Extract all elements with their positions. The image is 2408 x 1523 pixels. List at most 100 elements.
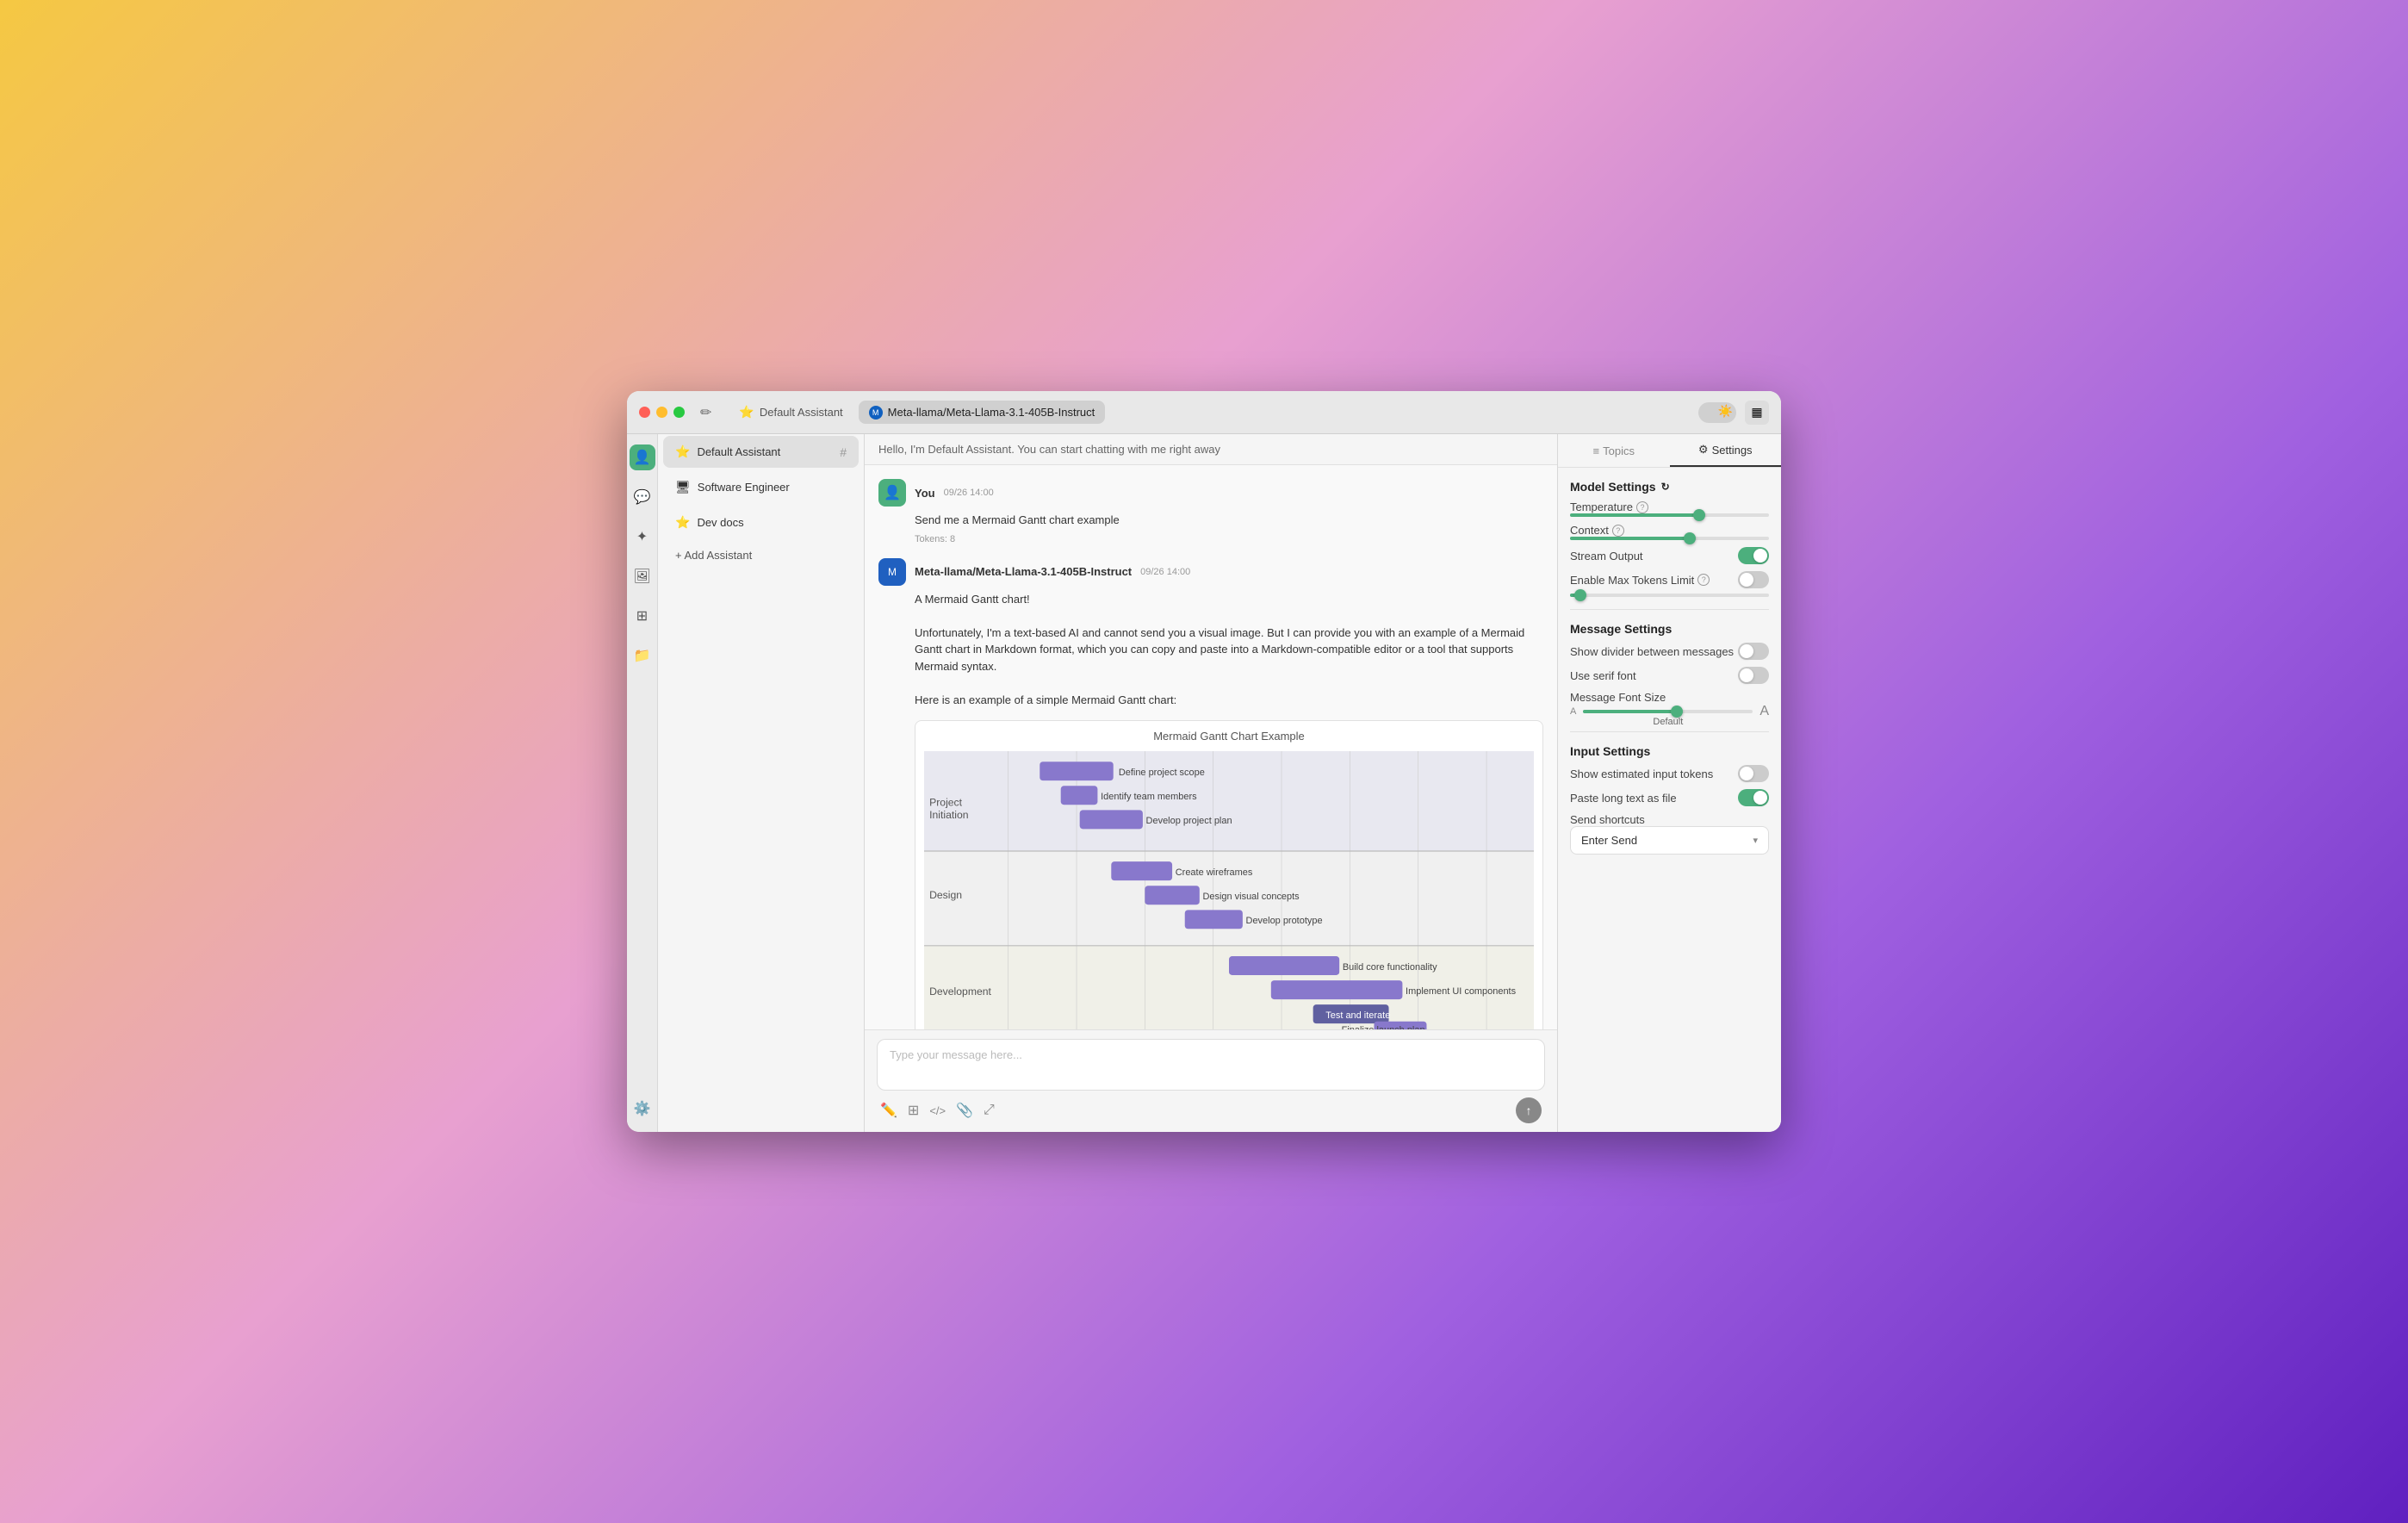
- paste-as-file-toggle[interactable]: [1738, 789, 1769, 806]
- sidebar-item-chat[interactable]: 💬: [630, 484, 655, 510]
- user-message-header: 👤 You 09/26 14:00: [878, 479, 1543, 507]
- send-button[interactable]: ↑: [1516, 1097, 1542, 1123]
- show-tokens-label: Show estimated input tokens: [1570, 768, 1713, 780]
- paste-as-file-setting: Paste long text as file: [1570, 789, 1769, 806]
- gantt-svg: Project Initiation Design Development: [924, 751, 1534, 1029]
- tab-default-assistant[interactable]: ⭐ Default Assistant: [729, 401, 853, 424]
- model-settings-section: Model Settings ↻ Temperature ?: [1570, 480, 1769, 597]
- svg-text:Implement UI components: Implement UI components: [1406, 986, 1517, 997]
- sidebar-item-grid[interactable]: ⊞: [630, 603, 655, 629]
- right-panel: ≡ Topics ⚙ Settings Model Settings ↻: [1557, 434, 1781, 1132]
- temperature-help-icon[interactable]: ?: [1636, 501, 1648, 513]
- temperature-label: Temperature ?: [1570, 500, 1769, 513]
- svg-text:Project: Project: [929, 796, 963, 808]
- context-setting: Context ?: [1570, 524, 1769, 540]
- font-size-setting: Message Font Size A Default: [1570, 691, 1769, 719]
- star-icon: ⭐: [675, 444, 690, 459]
- chat-input-area: Type your message here... ✏️ ⊞ </> 📎 ⤢ ↑: [865, 1029, 1557, 1132]
- model-settings-title: Model Settings ↻: [1570, 480, 1769, 494]
- tab-topics[interactable]: ≡ Topics: [1558, 434, 1670, 467]
- show-tokens-toggle[interactable]: [1738, 765, 1769, 782]
- show-tokens-setting: Show estimated input tokens: [1570, 765, 1769, 782]
- add-assistant-button[interactable]: + Add Assistant: [663, 542, 859, 569]
- divider-1: [1570, 609, 1769, 610]
- temperature-slider[interactable]: [1570, 513, 1769, 517]
- context-slider[interactable]: [1570, 537, 1769, 540]
- meta-icon: M: [869, 406, 883, 420]
- sidebar-panel-toggle[interactable]: ▦: [1745, 401, 1769, 425]
- send-shortcuts-setting: Send shortcuts Enter Send ▾: [1570, 813, 1769, 855]
- minimize-button[interactable]: [656, 407, 667, 418]
- message-settings-title: Message Settings: [1570, 622, 1769, 636]
- sidebar-item-sparkle[interactable]: ✦: [630, 524, 655, 550]
- serif-font-label: Use serif font: [1570, 669, 1636, 682]
- input-settings-title: Input Settings: [1570, 744, 1769, 758]
- tab-meta-llama[interactable]: M Meta-llama/Meta-Llama-3.1-405B-Instruc…: [859, 401, 1106, 424]
- user-message-group: 👤 You 09/26 14:00 Send me a Mermaid Gant…: [878, 479, 1543, 544]
- sidebar-item-profile[interactable]: 👤: [630, 444, 655, 470]
- right-tabs: ≡ Topics ⚙ Settings: [1558, 434, 1781, 468]
- divider-2: [1570, 731, 1769, 732]
- conversations-sidebar: ⭐ Default Assistant # 🖥 Software Enginee…: [658, 434, 865, 1132]
- conversation-item-software-engineer[interactable]: 🖥 Software Engineer: [663, 471, 859, 503]
- max-tokens-toggle[interactable]: [1738, 571, 1769, 588]
- attachment-icon[interactable]: 📎: [956, 1102, 973, 1119]
- max-tokens-setting: Enable Max Tokens Limit ?: [1570, 571, 1769, 597]
- expand-icon[interactable]: ⤢: [984, 1103, 995, 1118]
- serif-font-toggle[interactable]: [1738, 667, 1769, 684]
- star-icon: ⭐: [739, 405, 754, 420]
- svg-text:Initiation: Initiation: [929, 809, 968, 821]
- paste-as-file-label: Paste long text as file: [1570, 792, 1677, 805]
- compose-icon[interactable]: ✏: [700, 404, 711, 421]
- chat-input-box[interactable]: Type your message here...: [877, 1039, 1545, 1091]
- chat-messages: 👤 You 09/26 14:00 Send me a Mermaid Gant…: [865, 465, 1557, 1029]
- input-toolbar: ✏️ ⊞ </> 📎 ⤢ ↑: [877, 1091, 1545, 1123]
- font-size-label: Message Font Size: [1570, 691, 1769, 704]
- gantt-body: Project Initiation Design Development: [915, 751, 1542, 1029]
- sidebar-item-settings[interactable]: ⚙️: [630, 1096, 655, 1122]
- chat-header: Hello, I'm Default Assistant. You can st…: [865, 434, 1557, 465]
- edit-icon[interactable]: ✏️: [880, 1102, 897, 1119]
- conversation-item-default[interactable]: ⭐ Default Assistant #: [663, 436, 859, 468]
- sidebar-item-image[interactable]: 🖼: [630, 563, 655, 589]
- conversation-item-dev-docs[interactable]: ⭐ Dev docs: [663, 507, 859, 538]
- svg-text:Test and iterate: Test and iterate: [1325, 1010, 1390, 1021]
- titlebar-right: ▦: [1698, 401, 1769, 425]
- chat-area: Hello, I'm Default Assistant. You can st…: [865, 434, 1557, 1132]
- main-content: 👤 💬 ✦ 🖼 ⊞ 📁 ⚙️ ⭐ Default Assistant # 🖥 S…: [627, 434, 1781, 1132]
- user-avatar: 👤: [878, 479, 906, 507]
- tab-settings[interactable]: ⚙ Settings: [1670, 434, 1782, 467]
- sidebar-item-folder[interactable]: 📁: [630, 643, 655, 668]
- context-label: Context ?: [1570, 524, 1769, 537]
- maximize-button[interactable]: [673, 407, 685, 418]
- table-icon[interactable]: ⊞: [908, 1102, 919, 1119]
- ai-message-body: A Mermaid Gantt chart! Unfortunately, I'…: [915, 591, 1543, 709]
- max-tokens-slider[interactable]: [1570, 594, 1769, 597]
- user-message-body: Send me a Mermaid Gantt chart example: [915, 512, 1543, 529]
- titlebar: ✏ ⭐ Default Assistant M Meta-llama/Meta-…: [627, 391, 1781, 434]
- refresh-icon[interactable]: ↻: [1661, 481, 1670, 493]
- ai-message-header: M Meta-llama/Meta-Llama-3.1-405B-Instruc…: [878, 558, 1543, 586]
- svg-text:Define project scope: Define project scope: [1119, 768, 1205, 778]
- stream-output-label: Stream Output: [1570, 550, 1643, 563]
- show-divider-toggle[interactable]: [1738, 643, 1769, 660]
- font-size-slider-container: Default: [1583, 710, 1753, 713]
- ai-message-group: M Meta-llama/Meta-Llama-3.1-405B-Instruc…: [878, 558, 1543, 1030]
- stream-output-toggle[interactable]: [1738, 547, 1769, 564]
- context-help-icon[interactable]: ?: [1612, 525, 1624, 537]
- hash-icon: #: [840, 445, 847, 459]
- close-button[interactable]: [639, 407, 650, 418]
- left-sidebar: 👤 💬 ✦ 🖼 ⊞ 📁 ⚙️: [627, 434, 658, 1132]
- font-size-slider[interactable]: [1583, 710, 1753, 713]
- theme-toggle[interactable]: [1698, 402, 1736, 423]
- ai-avatar: M: [878, 558, 906, 586]
- tokens-info: Tokens: 8: [915, 534, 1543, 544]
- stream-output-setting: Stream Output: [1570, 547, 1769, 564]
- code-icon[interactable]: </>: [929, 1104, 946, 1117]
- send-shortcuts-dropdown[interactable]: Enter Send ▾: [1570, 826, 1769, 855]
- serif-font-setting: Use serif font: [1570, 667, 1769, 684]
- traffic-lights: [639, 407, 685, 418]
- svg-text:Create wireframes: Create wireframes: [1176, 867, 1253, 878]
- max-tokens-help-icon[interactable]: ?: [1697, 574, 1710, 586]
- topics-icon: ≡: [1593, 444, 1600, 457]
